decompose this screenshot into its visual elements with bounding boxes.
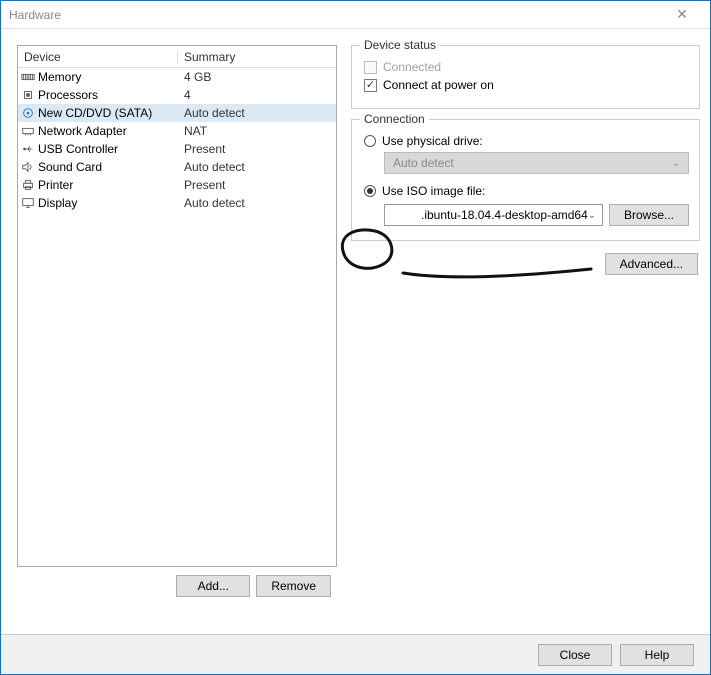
device-row-sound[interactable]: Sound Card Auto detect [18,158,336,176]
device-cell: USB Controller [18,142,178,156]
printer-icon [20,178,36,192]
device-name: Printer [38,178,73,192]
device-row-display[interactable]: Display Auto detect [18,194,336,212]
device-list-buttons: Add... Remove [17,567,337,605]
device-row-disc[interactable]: New CD/DVD (SATA) Auto detect [18,104,336,122]
dialog-footer: Close Help [1,634,710,674]
advanced-button[interactable]: Advanced... [605,253,698,275]
device-summary: Auto detect [178,196,336,210]
iso-radio[interactable] [364,185,376,197]
browse-button[interactable]: Browse... [609,204,689,226]
connect-power-checkbox[interactable] [364,79,377,92]
window-title: Hardware [9,8,662,22]
remove-button[interactable]: Remove [256,575,331,597]
device-summary: Present [178,142,336,156]
usb-icon [20,142,36,156]
device-cell: Sound Card [18,160,178,174]
disc-icon [20,106,36,120]
physical-drive-dropdown: Auto detect ⌄ [384,152,689,174]
device-summary: Auto detect [178,106,336,120]
device-summary: NAT [178,124,336,138]
header-device[interactable]: Device [18,50,178,64]
device-summary: Present [178,178,336,192]
close-button[interactable]: Close [538,644,612,666]
add-button[interactable]: Add... [176,575,250,597]
sound-icon [20,160,36,174]
header-summary[interactable]: Summary [178,50,336,64]
advanced-row: Advanced... [351,253,700,275]
device-cell: Printer [18,178,178,192]
device-name: Memory [38,70,81,84]
device-summary: 4 [178,88,336,102]
device-row-usb[interactable]: USB Controller Present [18,140,336,158]
physical-drive-value: Auto detect [393,156,454,170]
chevron-down-icon: ⌄ [588,210,596,221]
device-name: Network Adapter [38,124,127,138]
device-cell: Processors [18,88,178,102]
device-list-body: Memory 4 GB Processors 4 New CD/DVD (SATA) Au… [18,68,336,566]
device-name: Sound Card [38,160,102,174]
titlebar: Hardware ✕ [1,1,710,29]
settings-panel: Device status Connected Connect at power… [337,45,700,605]
device-name: Processors [38,88,98,102]
device-row-memory[interactable]: Memory 4 GB [18,68,336,86]
device-list-panel: Device Summary Memory 4 GB Processors 4 New … [17,45,337,567]
physical-drive-radio[interactable] [364,135,376,147]
iso-file-row: .ibuntu-18.04.4-desktop-amd64 ⌄ Browse..… [384,204,689,226]
physical-drive-row[interactable]: Use physical drive: [364,134,689,148]
iso-file-value: .ibuntu-18.04.4-desktop-amd64 [391,208,588,222]
left-column: Device Summary Memory 4 GB Processors 4 New … [17,45,337,605]
iso-file-dropdown[interactable]: .ibuntu-18.04.4-desktop-amd64 ⌄ [384,204,603,226]
net-icon [20,124,36,138]
connected-checkbox[interactable] [364,61,377,74]
connect-power-row[interactable]: Connect at power on [364,78,689,92]
device-status-legend: Device status [360,38,440,52]
help-button[interactable]: Help [620,644,694,666]
device-cell: Display [18,196,178,210]
connected-label: Connected [383,60,441,74]
device-summary: 4 GB [178,70,336,84]
main-area: Device Summary Memory 4 GB Processors 4 New … [1,29,710,605]
connection-legend: Connection [360,112,429,126]
memory-icon [20,70,36,84]
iso-row[interactable]: Use ISO image file: [364,184,689,198]
physical-drive-label: Use physical drive: [382,134,483,148]
connect-power-label: Connect at power on [383,78,494,92]
connected-row[interactable]: Connected [364,60,689,74]
device-list-header: Device Summary [18,46,336,68]
device-cell: Network Adapter [18,124,178,138]
close-icon[interactable]: ✕ [662,6,702,23]
device-cell: Memory [18,70,178,84]
cpu-icon [20,88,36,102]
device-name: Display [38,196,77,210]
device-summary: Auto detect [178,160,336,174]
device-name: USB Controller [38,142,118,156]
chevron-down-icon: ⌄ [672,158,680,169]
display-icon [20,196,36,210]
device-status-group: Device status Connected Connect at power… [351,45,700,109]
device-row-printer[interactable]: Printer Present [18,176,336,194]
device-name: New CD/DVD (SATA) [38,106,152,120]
device-row-net[interactable]: Network Adapter NAT [18,122,336,140]
connection-group: Connection Use physical drive: Auto dete… [351,119,700,241]
iso-label: Use ISO image file: [382,184,485,198]
device-cell: New CD/DVD (SATA) [18,106,178,120]
device-row-cpu[interactable]: Processors 4 [18,86,336,104]
